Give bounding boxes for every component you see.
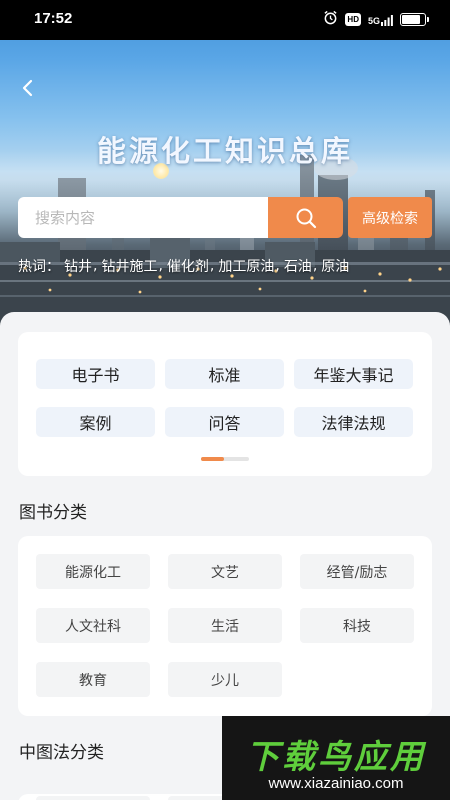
watermark-logo: 下载鸟应用 <box>246 737 426 776</box>
hot-word-separator: , <box>93 258 98 274</box>
hot-word-separator: , <box>312 258 318 274</box>
hot-word-item[interactable]: 催化剂 <box>167 256 209 276</box>
search-input[interactable] <box>35 208 270 227</box>
refinery-skyline-image <box>0 155 450 330</box>
type-case-button[interactable]: 案例 <box>36 407 155 437</box>
advanced-search-button[interactable]: 高级检索 <box>348 197 432 238</box>
clc-category-item[interactable] <box>36 796 150 800</box>
battery-level <box>402 15 420 24</box>
category-humanities[interactable]: 人文社科 <box>36 608 150 643</box>
hd-icon: HD <box>345 13 361 26</box>
search-field[interactable] <box>18 197 270 238</box>
network-label: 5G <box>367 15 380 26</box>
chevron-left-icon <box>22 79 33 97</box>
page-indicator[interactable] <box>201 457 249 461</box>
hot-word-separator: , <box>209 258 215 274</box>
type-ebook-button[interactable]: 电子书 <box>36 359 155 389</box>
hot-words-row: 热词： 钻井, 钻井施工, 催化剂, 加工原油, 石油, 原油 <box>18 256 349 276</box>
back-button[interactable] <box>14 74 42 102</box>
category-life[interactable]: 生活 <box>168 608 282 643</box>
category-business[interactable]: 经管/励志 <box>300 554 414 589</box>
category-energy-chem[interactable]: 能源化工 <box>36 554 150 589</box>
status-bar: 17:52 HD 5G <box>0 0 450 40</box>
status-time: 17:52 <box>34 10 73 27</box>
hot-word-item[interactable]: 钻井施工 <box>101 256 157 276</box>
watermark-url: www.xiazainiao.com <box>268 775 404 792</box>
signal-5g-icon: 5G <box>368 14 393 26</box>
category-tech[interactable]: 科技 <box>300 608 414 643</box>
book-categories-card: 能源化工 文艺 经管/励志 人文社科 生活 科技 教育 少儿 <box>18 536 432 716</box>
type-yearbook-button[interactable]: 年鉴大事记 <box>294 359 413 389</box>
type-standard-button[interactable]: 标准 <box>165 359 284 389</box>
hot-words-label: 热词： <box>18 259 60 275</box>
type-law-button[interactable]: 法律法规 <box>294 407 413 437</box>
type-qa-button[interactable]: 问答 <box>165 407 284 437</box>
hot-word-item[interactable]: 原油 <box>321 256 349 276</box>
hot-word-item[interactable]: 钻井 <box>64 256 92 276</box>
category-education[interactable]: 教育 <box>36 662 150 697</box>
search-button[interactable] <box>268 197 343 238</box>
page-indicator-active <box>201 457 224 461</box>
hot-word-item[interactable]: 加工原油 <box>218 256 274 276</box>
clc-categories-title: 中图法分类 <box>19 743 104 763</box>
alarm-icon <box>323 10 338 29</box>
category-children[interactable]: 少儿 <box>168 662 282 697</box>
hot-word-item[interactable]: 石油 <box>284 256 312 276</box>
search-icon <box>296 208 316 228</box>
category-arts[interactable]: 文艺 <box>168 554 282 589</box>
resource-type-card: 电子书 标准 年鉴大事记 案例 问答 法律法规 <box>18 332 432 476</box>
battery-icon <box>400 13 429 26</box>
hot-word-separator: , <box>275 258 280 274</box>
hot-word-separator: , <box>158 258 163 274</box>
page-title: 能源化工知识总库 <box>96 134 353 168</box>
book-categories-title: 图书分类 <box>19 503 87 523</box>
watermark-overlay: 下载鸟应用 www.xiazainiao.com <box>222 716 450 800</box>
